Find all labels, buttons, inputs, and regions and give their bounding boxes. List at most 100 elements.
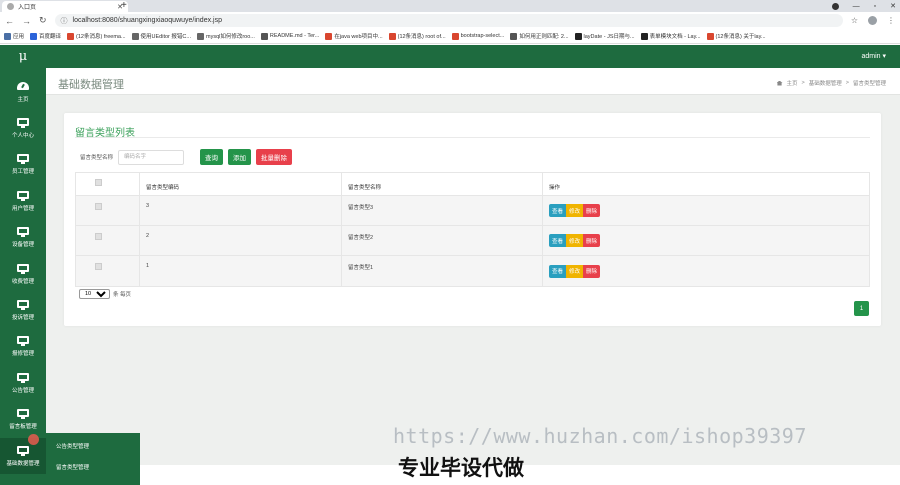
page-size-select[interactable]: 10 <box>79 289 110 299</box>
cell-name: 留言类型3 <box>342 196 543 225</box>
cursor-indicator <box>28 434 39 445</box>
monitor-icon <box>17 227 29 238</box>
bookmark-item[interactable]: 表单模块文档 - Lay... <box>640 32 701 40</box>
bookmark-item[interactable]: 在java web项目中... <box>325 32 383 40</box>
bookmark-favicon-icon <box>260 32 268 40</box>
close-window-icon[interactable]: ✕ <box>890 2 896 10</box>
breadcrumb-current: 留言类型管理 <box>852 81 886 87</box>
search-label: 留言类型名称 <box>80 155 114 161</box>
sidebar-item[interactable]: 个人中心 <box>0 110 46 146</box>
monitor-icon <box>17 336 29 347</box>
bookmark-item[interactable]: (12条消息) root of... <box>388 32 446 40</box>
batch-delete-button[interactable]: 批量删除 <box>256 149 293 165</box>
bookmark-label: README.md - Ter... <box>269 33 320 39</box>
edit-button[interactable]: 修改 <box>566 204 584 217</box>
bookmark-label: (12条消息) 关于lay... <box>715 34 766 40</box>
sidebar-item[interactable]: 报修管理 <box>0 329 46 365</box>
breadcrumb-separator: > <box>801 80 805 86</box>
select-all-checkbox[interactable] <box>95 179 102 186</box>
sidebar-item[interactable]: 投诉管理 <box>0 292 46 328</box>
search-button[interactable]: 查询 <box>200 149 224 165</box>
submenu-item-message-type[interactable]: 留言类型管理 <box>46 458 140 475</box>
new-tab-button[interactable]: + <box>121 0 127 12</box>
profile-icon[interactable] <box>868 16 877 25</box>
bookmark-item[interactable]: (12条消息) freema... <box>67 32 126 40</box>
breadcrumb-section[interactable]: 基础数据管理 <box>809 79 842 87</box>
add-button[interactable]: 添加 <box>228 149 252 165</box>
bookmark-item[interactable]: 如何用正则匹配: 2... <box>510 32 569 40</box>
bookmark-item[interactable]: 使用UEditor 报错C... <box>131 32 191 40</box>
bookmark-item[interactable]: mysql如何修改roo... <box>196 32 255 40</box>
bookmark-favicon-icon <box>131 32 139 40</box>
sidebar-item[interactable]: 收费管理 <box>0 256 46 292</box>
sidebar-item[interactable]: 基础数据管理 <box>0 438 46 474</box>
menu-icon[interactable]: ⋮ <box>887 16 895 25</box>
bookmark-item[interactable]: README.md - Ter... <box>260 32 320 40</box>
sidebar-item-label: 设备管理 <box>11 242 34 249</box>
bookmark-item[interactable]: 百度翻译 <box>30 32 61 40</box>
table-row: 2 留言类型2 查看 修改 删除 <box>76 226 869 256</box>
breadcrumb-home[interactable]: 主页 <box>787 79 798 87</box>
bookmark-item[interactable]: layDate - JS日期与... <box>574 32 635 40</box>
submenu-item-notice-type[interactable]: 公告类型管理 <box>46 437 140 454</box>
bookmark-label: 百度翻译 <box>39 34 62 40</box>
page-number-button[interactable]: 1 <box>854 301 869 316</box>
monitor-icon <box>17 372 29 383</box>
record-icon[interactable] <box>831 2 839 10</box>
row-checkbox[interactable] <box>95 203 102 210</box>
view-button[interactable]: 查看 <box>549 204 567 217</box>
breadcrumb: 主页 > 基础数据管理 > 留言类型管理 <box>776 79 886 87</box>
bookmark-item[interactable]: bootstrap-select... <box>451 32 505 40</box>
bookmark-favicon-icon <box>451 32 459 40</box>
sidebar-item[interactable]: 员工管理 <box>0 147 46 183</box>
restore-icon[interactable]: ▫ <box>874 3 876 10</box>
sidebar: 主页个人中心员工管理 用户管理设备管理收费管理投诉管理报修管理公告管理留言板管理基… <box>0 68 46 485</box>
sidebar-item[interactable]: 设备管理 <box>0 220 46 256</box>
delete-button[interactable]: 删除 <box>583 204 601 217</box>
back-icon[interactable]: ← <box>5 16 14 26</box>
monitor-icon <box>17 117 29 128</box>
sidebar-item[interactable]: 公告管理 <box>0 365 46 401</box>
delete-button[interactable]: 删除 <box>583 234 601 247</box>
browser-tab[interactable]: 入口页 ✕ <box>2 1 128 12</box>
monitor-icon <box>17 263 29 274</box>
bookmark-item[interactable]: 应用 <box>4 32 24 40</box>
bookmark-item[interactable]: (12条消息) 关于lay... <box>706 32 766 40</box>
row-checkbox[interactable] <box>95 233 102 240</box>
cell-actions: 查看 修改 删除 <box>543 196 869 225</box>
cell-actions: 查看 修改 删除 <box>543 226 869 255</box>
sidebar-item-label: 公告管理 <box>11 387 34 394</box>
sidebar-item[interactable]: 主页 <box>0 74 46 110</box>
bookmark-label: (12条消息) freema... <box>76 34 126 40</box>
column-header: 留言类型名称 <box>342 173 543 195</box>
table-row: 1 留言类型1 查看 修改 删除 <box>76 256 869 286</box>
monitor-icon <box>17 299 29 310</box>
edit-button[interactable]: 修改 <box>566 234 584 247</box>
address-bar[interactable]: ⓘ localhost:8080/shuangxingxiaoquwuye/in… <box>54 14 843 27</box>
star-icon[interactable]: ☆ <box>851 16 858 25</box>
bookmark-label: bootstrap-select... <box>460 33 505 39</box>
sidebar-item-label: 投诉管理 <box>11 314 34 321</box>
monitor-icon <box>17 190 29 201</box>
view-button[interactable]: 查看 <box>549 234 567 247</box>
favicon-icon <box>7 3 14 10</box>
sidebar-item[interactable]: 留言板管理 <box>0 402 46 438</box>
forward-icon[interactable]: → <box>22 16 31 26</box>
app-logo[interactable]: μ <box>0 45 46 68</box>
sidebar-item-label: 个人中心 <box>11 132 34 139</box>
delete-button[interactable]: 删除 <box>583 264 601 278</box>
sidebar-item[interactable]: 用户管理 <box>0 183 46 219</box>
minimize-icon[interactable]: — <box>853 3 860 10</box>
cell-name: 留言类型2 <box>342 226 543 255</box>
bookmark-favicon-icon <box>640 32 648 40</box>
tab-title: 入口页 <box>18 5 37 11</box>
search-input[interactable] <box>118 149 185 165</box>
cell-code: 1 <box>140 256 342 286</box>
column-header: 留言类型编码 <box>140 173 342 195</box>
info-icon[interactable]: ⓘ <box>61 16 68 26</box>
edit-button[interactable]: 修改 <box>566 264 584 278</box>
view-button[interactable]: 查看 <box>549 264 567 278</box>
row-checkbox[interactable] <box>95 263 102 270</box>
user-menu[interactable]: admin ▾ <box>861 52 886 60</box>
reload-icon[interactable]: ↻ <box>39 15 47 26</box>
